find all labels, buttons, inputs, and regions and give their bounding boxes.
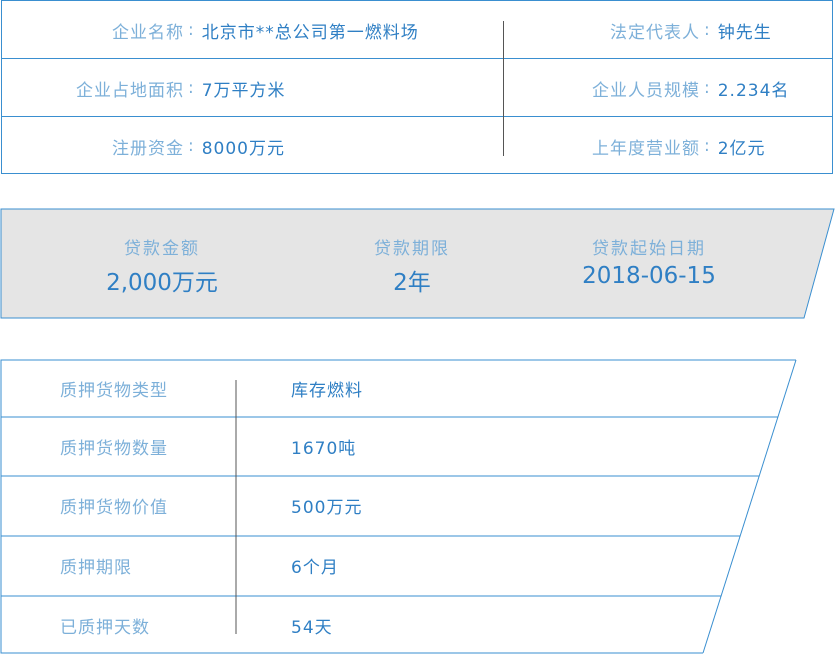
registered-capital-cell: 注册资金 : 8000万元 xyxy=(2,117,502,175)
pledged-days-value: 54天 xyxy=(291,618,333,638)
land-area-label: 企业占地面积 xyxy=(76,80,184,101)
pledge-row-value: 质押货物价值 500万元 xyxy=(0,476,760,535)
pledge-type-label: 质押货物类型 xyxy=(60,381,168,401)
pledge-row-term: 质押期限 6个月 xyxy=(0,536,760,595)
pledge-quantity-value: 1670吨 xyxy=(291,439,357,459)
loan-term: 贷款期限 2年 xyxy=(302,234,522,297)
loan-amount-value: 2,000万元 xyxy=(106,270,218,296)
loan-term-label: 贷款期限 xyxy=(374,239,450,259)
loan-start-value: 2018-06-15 xyxy=(582,263,716,289)
staff-size-cell: 企业人员规模 : 2.234名 xyxy=(504,59,834,117)
pledged-days-label: 已质押天数 xyxy=(60,618,150,638)
land-area-cell: 企业占地面积 : 7万平方米 xyxy=(2,59,502,117)
pledge-table: 质押货物类型 库存燃料 质押货物数量 1670吨 质押货物价值 500万元 质押… xyxy=(0,359,836,654)
pledge-type-value: 库存燃料 xyxy=(291,381,363,401)
colon: : xyxy=(188,136,194,156)
pledge-quantity-label: 质押货物数量 xyxy=(60,439,168,459)
company-row-capital: 注册资金 : 8000万元 上年度营业额 : 2亿元 xyxy=(2,117,832,175)
staff-size-value: 2.234名 xyxy=(717,80,790,101)
legal-rep-label: 法定代表人 xyxy=(610,22,700,43)
company-row-area: 企业占地面积 : 7万平方米 企业人员规模 : 2.234名 xyxy=(2,59,832,117)
loan-term-value: 2年 xyxy=(393,270,431,296)
company-name-cell: 企业名称 : 北京市**总公司第一燃料场 xyxy=(2,1,502,59)
loan-start-date: 贷款起始日期 2018-06-15 xyxy=(539,234,759,289)
loan-amount-label: 贷款金额 xyxy=(124,239,200,259)
registered-capital-value: 8000万元 xyxy=(201,138,285,159)
pledge-row-quantity: 质押货物数量 1670吨 xyxy=(0,417,760,476)
colon: : xyxy=(704,78,710,98)
company-row-name: 企业名称 : 北京市**总公司第一燃料场 法定代表人 : 钟先生 xyxy=(2,1,832,59)
legal-rep-cell: 法定代表人 : 钟先生 xyxy=(504,1,834,59)
colon: : xyxy=(188,20,194,40)
legal-rep-value: 钟先生 xyxy=(717,22,772,43)
staff-size-label: 企业人员规模 xyxy=(592,80,700,101)
colon: : xyxy=(704,136,710,156)
pledge-row-days: 已质押天数 54天 xyxy=(0,596,760,655)
company-name-label: 企业名称 xyxy=(112,22,184,43)
pledge-value-label: 质押货物价值 xyxy=(60,498,168,518)
loan-summary-banner: 贷款金额 2,000万元 贷款期限 2年 贷款起始日期 2018-06-15 xyxy=(0,208,836,320)
pledge-value-value: 500万元 xyxy=(291,498,363,518)
colon: : xyxy=(704,20,710,40)
pledge-term-label: 质押期限 xyxy=(60,558,132,578)
pledge-term-value: 6个月 xyxy=(291,558,339,578)
loan-start-label: 贷款起始日期 xyxy=(592,239,706,259)
revenue-label: 上年度营业额 xyxy=(592,138,700,159)
registered-capital-label: 注册资金 xyxy=(112,138,184,159)
revenue-value: 2亿元 xyxy=(717,138,766,159)
pledge-row-type: 质押货物类型 库存燃料 xyxy=(0,359,760,418)
loan-amount: 贷款金额 2,000万元 xyxy=(52,234,272,297)
colon: : xyxy=(188,78,194,98)
revenue-cell: 上年度营业额 : 2亿元 xyxy=(504,117,834,175)
company-info-panel: 企业名称 : 北京市**总公司第一燃料场 法定代表人 : 钟先生 企业占地面积 … xyxy=(1,0,833,174)
company-name-value: 北京市**总公司第一燃料场 xyxy=(201,22,419,43)
land-area-value: 7万平方米 xyxy=(201,80,286,101)
